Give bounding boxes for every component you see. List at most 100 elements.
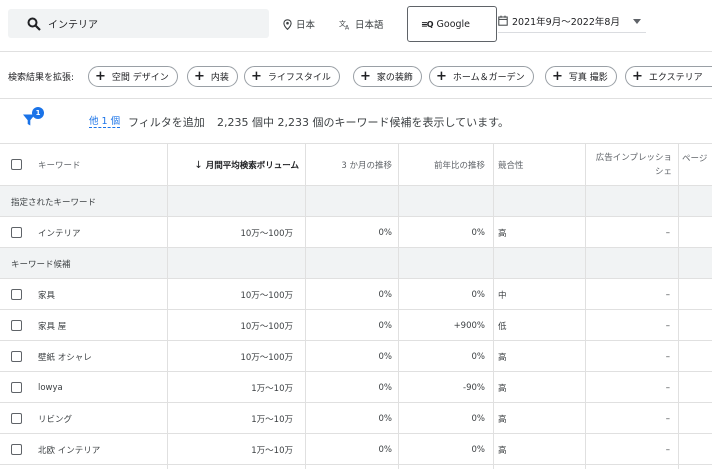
yoy-cell: -90%	[463, 382, 485, 393]
keyword-cell: lowya	[38, 382, 63, 393]
table-section-header: キーワード候補	[0, 248, 712, 279]
yoy-cell: 0%	[471, 351, 486, 362]
search-icon	[27, 17, 41, 31]
three-month-cell: 0%	[378, 289, 393, 300]
column-divider	[678, 144, 679, 469]
table-row[interactable]: インテリア 10万～100万 0% 0% 高 –	[0, 217, 712, 248]
three-month-cell: 0%	[378, 227, 393, 238]
volume-cell: 10万～100万	[240, 228, 293, 239]
three-month-cell: 0%	[378, 351, 393, 362]
table-row[interactable]: 北欧 インテリア 1万～10万 0% 0% 高 –	[0, 434, 712, 465]
plus-icon: +	[632, 69, 643, 84]
refine-chip[interactable]: + ライフスタイル	[244, 66, 340, 87]
competition-cell: 中	[498, 290, 507, 301]
row-checkbox[interactable]	[11, 444, 22, 455]
section-title: 指定されたキーワード	[11, 198, 97, 208]
column-header-yoy[interactable]: 前年比の推移	[399, 144, 485, 186]
search-query: インテリア	[48, 20, 98, 31]
refine-chip[interactable]: + 家の装飾	[353, 66, 422, 87]
ad-impression-cell: –	[665, 289, 670, 300]
column-divider	[493, 144, 494, 469]
table-row[interactable]: 家具 10万～100万 0% 0% 中 –	[0, 279, 712, 310]
yoy-cell: 0%	[471, 444, 486, 455]
three-month-cell: 0%	[378, 444, 393, 455]
table-row[interactable]: リビング 1万～10万 0% 0% 高 –	[0, 403, 712, 434]
competition-cell: 高	[498, 352, 507, 363]
column-header-keyword[interactable]: キーワード	[38, 144, 158, 186]
network-selector[interactable]: ≡Q Google	[407, 6, 497, 42]
yoy-cell: 0%	[471, 227, 486, 238]
yoy-cell: +900%	[453, 320, 485, 331]
plus-icon: +	[360, 69, 371, 84]
keyword-cell: 壁紙 オシャレ	[38, 352, 92, 363]
location-label: 日本	[296, 20, 316, 31]
row-checkbox[interactable]	[11, 320, 22, 331]
plus-icon: +	[194, 69, 205, 84]
keyword-cell: 家具 屋	[38, 321, 67, 332]
network-label: Google	[436, 18, 471, 30]
table-row[interactable]: 壁紙 オシャレ 10万～100万 0% 0% 高 –	[0, 341, 712, 372]
filter-bar: 1 他 1 個 フィルタを追加 2,235 個中 2,233 個のキーワード候補…	[0, 99, 712, 144]
column-header-three-month[interactable]: 3 か月の推移	[306, 144, 392, 186]
section-title: キーワード候補	[11, 260, 71, 270]
keyword-cell: 北欧 インテリア	[38, 445, 101, 456]
volume-cell: 1万～10万	[251, 414, 293, 425]
row-checkbox[interactable]	[11, 382, 22, 393]
refine-chip[interactable]: + ホーム＆ガーデン	[429, 66, 534, 87]
competition-cell: 高	[498, 228, 507, 239]
three-month-cell: 0%	[378, 413, 393, 424]
column-header-ad-impression[interactable]: 広告インプレッショ シェ	[586, 144, 672, 186]
column-header-page[interactable]: ページ	[682, 144, 712, 186]
ad-impression-cell: –	[665, 444, 670, 455]
plus-icon: +	[436, 69, 447, 84]
select-all-checkbox[interactable]	[11, 159, 22, 170]
column-divider	[585, 144, 586, 469]
ad-impression-cell: –	[665, 351, 670, 362]
plus-icon: +	[251, 69, 262, 84]
location-selector[interactable]: 日本	[283, 17, 315, 31]
column-divider	[398, 144, 399, 469]
ad-impression-cell: –	[665, 413, 670, 424]
search-network-icon: ≡Q	[421, 19, 433, 29]
table-section-header: 指定されたキーワード	[0, 186, 712, 217]
volume-cell: 10万～100万	[240, 352, 293, 363]
column-header-volume[interactable]: ↓ 月間平均検索ボリューム	[168, 144, 299, 186]
volume-cell: 10万～100万	[240, 290, 293, 301]
column-header-competition[interactable]: 競合性	[498, 144, 578, 186]
row-checkbox[interactable]	[11, 413, 22, 424]
plus-icon: +	[552, 69, 563, 84]
refine-chip[interactable]: + 写真 撮影	[545, 66, 617, 87]
column-divider	[305, 144, 306, 469]
top-bar: インテリア 日本 文 A 日本語 ≡Q Google 2021年9月～2022年…	[0, 0, 712, 52]
refine-results-bar: 検索結果を拡張: + 空間 デザイン + 内装 + ライフスタイル + 家の装飾 + ホー…	[0, 52, 712, 99]
table-row[interactable]: 家具 屋 10万～100万 0% +900% 低 –	[0, 310, 712, 341]
table-row[interactable]: lowya 1万～10万 0% -90% 高 –	[0, 372, 712, 403]
table-header: キーワード ↓ 月間平均検索ボリューム 3 か月の推移 前年比の推移 競合性 広…	[0, 144, 712, 186]
add-filter-button[interactable]: フィルタを追加	[128, 114, 205, 130]
refine-chip[interactable]: + 空間 デザイン	[88, 66, 178, 87]
translate-icon: 文 A	[339, 19, 350, 30]
yoy-cell: 0%	[471, 289, 486, 300]
refine-chip[interactable]: + 内装	[187, 66, 238, 87]
row-checkbox[interactable]	[11, 289, 22, 300]
refine-chip[interactable]: + エクステリア	[625, 66, 712, 87]
language-selector[interactable]: 文 A 日本語	[339, 17, 384, 32]
row-checkbox[interactable]	[11, 351, 22, 362]
plus-icon: +	[95, 69, 106, 84]
ad-impression-cell: –	[665, 227, 670, 238]
ad-impression-cell: –	[665, 382, 670, 393]
search-box[interactable]: インテリア	[8, 9, 269, 38]
date-range-selector[interactable]: 2021年9月～2022年8月	[498, 9, 646, 33]
other-filters-link[interactable]: 他 1 個	[89, 116, 121, 128]
volume-cell: 1万～10万	[251, 445, 293, 456]
svg-text:A: A	[345, 24, 350, 30]
volume-cell: 1万～10万	[251, 383, 293, 394]
language-label: 日本語	[355, 20, 384, 31]
three-month-cell: 0%	[378, 382, 393, 393]
ad-impression-cell: –	[665, 320, 670, 331]
row-checkbox[interactable]	[11, 227, 22, 238]
keyword-cell: インテリア	[38, 228, 81, 239]
competition-cell: 高	[498, 445, 507, 456]
calendar-icon	[498, 15, 508, 26]
chevron-down-icon	[633, 19, 641, 24]
